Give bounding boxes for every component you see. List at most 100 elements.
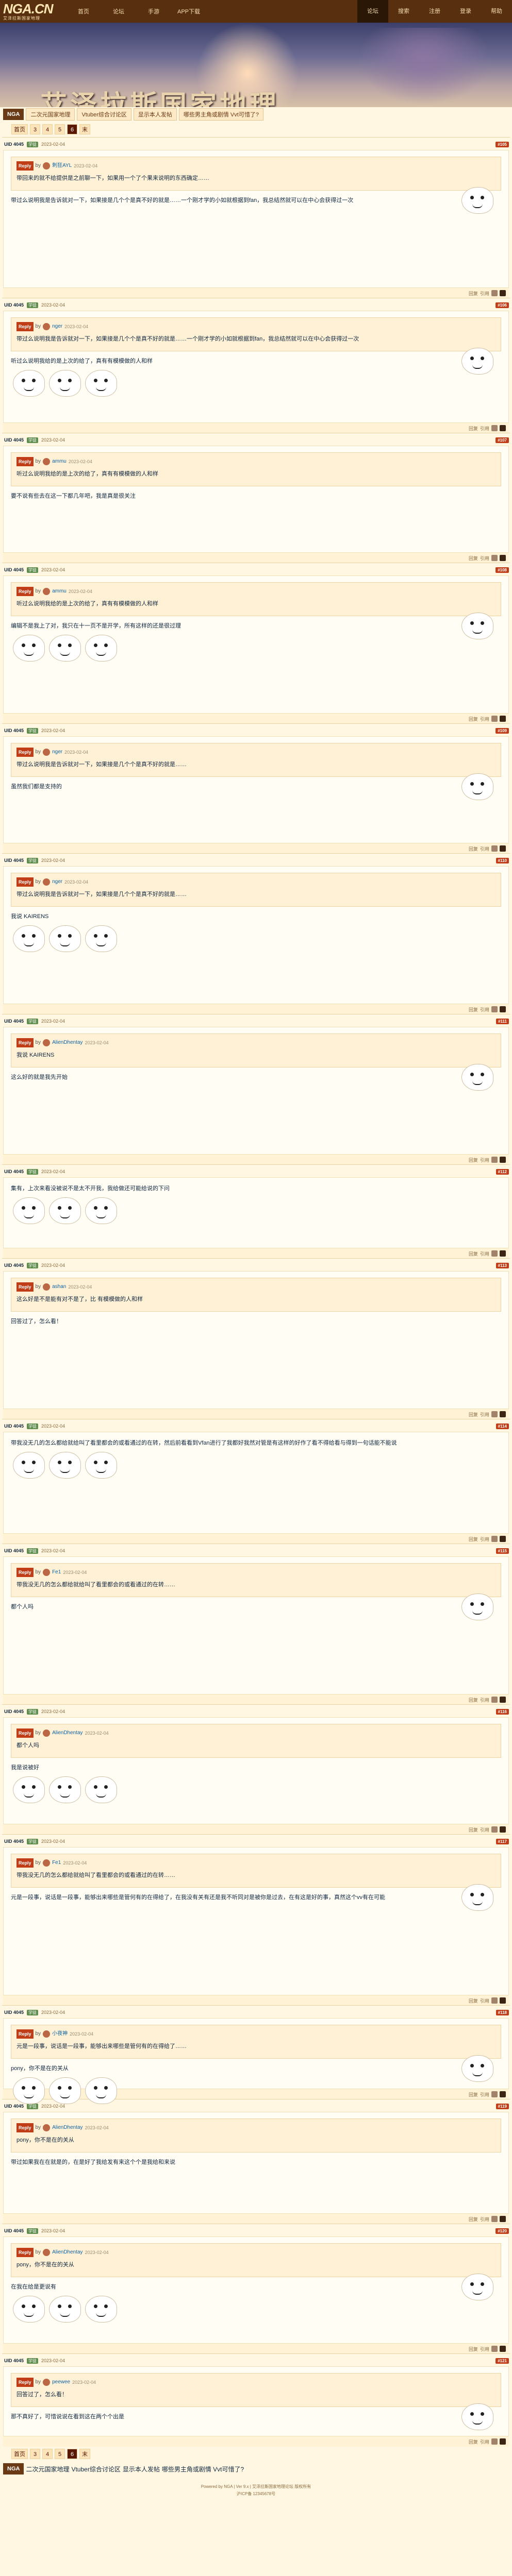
quote-username[interactable]: AlienDhentay: [52, 1728, 82, 1738]
page-link[interactable]: 3: [30, 2449, 40, 2459]
page-link[interactable]: 首页: [11, 124, 28, 134]
sticker-image[interactable]: [49, 2296, 81, 2323]
share-icon[interactable]: [491, 1826, 498, 1833]
reply-button[interactable]: 回复: [469, 1006, 478, 1013]
more-icon[interactable]: [500, 290, 506, 296]
quote-button[interactable]: 引用: [480, 845, 489, 852]
nav-item[interactable]: 手游: [136, 7, 171, 15]
floor-number[interactable]: #112: [496, 1168, 509, 1175]
breadcrumb-link[interactable]: Vtuber综合讨论区: [71, 2465, 120, 2473]
quote-username[interactable]: ammu: [52, 457, 67, 466]
sticker-image[interactable]: [85, 1452, 117, 1479]
quote-button[interactable]: 引用: [480, 1997, 489, 2004]
avatar[interactable]: [43, 878, 51, 886]
quote-button[interactable]: 引用: [480, 716, 489, 722]
more-icon[interactable]: [500, 1006, 506, 1012]
floor-number[interactable]: #118: [496, 2009, 509, 2015]
share-icon[interactable]: [491, 290, 498, 296]
post-uid[interactable]: UID 4045: [4, 567, 24, 572]
floor-number[interactable]: #105: [496, 141, 509, 147]
quote-button[interactable]: 引用: [480, 290, 489, 297]
avatar[interactable]: [43, 323, 51, 330]
floor-number[interactable]: #117: [496, 1838, 509, 1844]
nav-right-item[interactable]: 注册: [419, 0, 450, 23]
quote-username[interactable]: AlienDhentay: [52, 2248, 82, 2257]
quote-username[interactable]: nger: [52, 322, 62, 331]
quote-username[interactable]: ashan: [52, 1282, 66, 1292]
quote-button[interactable]: 引用: [480, 1697, 489, 1703]
quote-username[interactable]: Fe1: [52, 1568, 61, 1577]
reply-button[interactable]: 回复: [469, 555, 478, 562]
sticker-image[interactable]: [13, 1776, 45, 1803]
share-icon[interactable]: [491, 1697, 498, 1703]
avatar[interactable]: [43, 458, 51, 465]
sticker-image[interactable]: [461, 1594, 493, 1620]
more-icon[interactable]: [500, 1250, 506, 1257]
sticker-image[interactable]: [13, 2077, 45, 2104]
nav-right-item[interactable]: 登录: [450, 0, 481, 23]
nav-right-item[interactable]: 论坛: [357, 0, 388, 23]
page-link[interactable]: 5: [55, 2449, 65, 2459]
avatar[interactable]: [43, 2379, 51, 2386]
more-icon[interactable]: [500, 1697, 506, 1703]
more-icon[interactable]: [500, 1997, 506, 2004]
breadcrumb-link[interactable]: 哪些男主角或剧情 Vvt可惜了?: [178, 108, 263, 121]
site-logo[interactable]: NGA.CN 艾泽拉斯国家地理: [0, 0, 66, 23]
sticker-image[interactable]: [13, 635, 45, 662]
quote-username[interactable]: AlienDhentay: [52, 1038, 82, 1047]
post-uid[interactable]: UID 4045: [4, 1019, 24, 1024]
quote-button[interactable]: 引用: [480, 1006, 489, 1013]
page-last[interactable]: 末: [79, 124, 90, 134]
avatar[interactable]: [43, 2124, 51, 2131]
sticker-image[interactable]: [85, 1197, 117, 1224]
nav-right-item[interactable]: 帮助: [481, 0, 512, 23]
reply-button[interactable]: 回复: [469, 1536, 478, 1543]
quote-button[interactable]: 引用: [480, 1157, 489, 1163]
more-icon[interactable]: [500, 1411, 506, 1417]
sticker-image[interactable]: [461, 2274, 493, 2300]
share-icon[interactable]: [491, 555, 498, 561]
breadcrumb-link[interactable]: 显示本人发帖: [123, 2465, 160, 2473]
post-uid[interactable]: UID 4045: [4, 1839, 24, 1844]
floor-number[interactable]: #121: [496, 2358, 509, 2364]
reply-button[interactable]: 回复: [469, 845, 478, 852]
avatar[interactable]: [43, 1283, 51, 1291]
share-icon[interactable]: [491, 845, 498, 852]
post-uid[interactable]: UID 4045: [4, 437, 24, 443]
sticker-image[interactable]: [85, 635, 117, 662]
quote-button[interactable]: 引用: [480, 2438, 489, 2445]
page-link[interactable]: 6: [67, 124, 77, 134]
sticker-image[interactable]: [461, 613, 493, 639]
nav-item[interactable]: APP下载: [171, 7, 206, 15]
sticker-image[interactable]: [461, 187, 493, 214]
more-icon[interactable]: [500, 2346, 506, 2352]
sticker-image[interactable]: [13, 2296, 45, 2323]
sticker-image[interactable]: [49, 2077, 81, 2104]
reply-button[interactable]: 回复: [469, 1250, 478, 1257]
avatar[interactable]: [43, 2249, 51, 2256]
quote-button[interactable]: 引用: [480, 1536, 489, 1543]
breadcrumb-link[interactable]: 哪些男主角或剧情 Vvt可惜了?: [162, 2465, 244, 2473]
floor-number[interactable]: #116: [496, 1708, 509, 1715]
share-icon[interactable]: [491, 716, 498, 722]
quote-button[interactable]: 引用: [480, 1826, 489, 1833]
sticker-image[interactable]: [85, 2296, 117, 2323]
floor-number[interactable]: #109: [496, 727, 509, 734]
avatar[interactable]: [43, 1730, 51, 1737]
sticker-image[interactable]: [85, 2077, 117, 2104]
nav-item[interactable]: 首页: [66, 7, 101, 15]
post-uid[interactable]: UID 4045: [4, 1709, 24, 1714]
quote-button[interactable]: 引用: [480, 555, 489, 562]
reply-button[interactable]: 回复: [469, 1697, 478, 1703]
share-icon[interactable]: [491, 2216, 498, 2222]
page-link[interactable]: 5: [55, 124, 65, 134]
sticker-image[interactable]: [49, 1197, 81, 1224]
quote-button[interactable]: 引用: [480, 2346, 489, 2352]
breadcrumb-link[interactable]: Vtuber综合讨论区: [77, 108, 131, 121]
share-icon[interactable]: [491, 2438, 498, 2445]
reply-button[interactable]: 回复: [469, 716, 478, 722]
quote-username[interactable]: 刺狂AYL: [52, 161, 72, 171]
quote-username[interactable]: nger: [52, 748, 62, 757]
post-uid[interactable]: UID 4045: [4, 142, 24, 147]
more-icon[interactable]: [500, 2216, 506, 2222]
